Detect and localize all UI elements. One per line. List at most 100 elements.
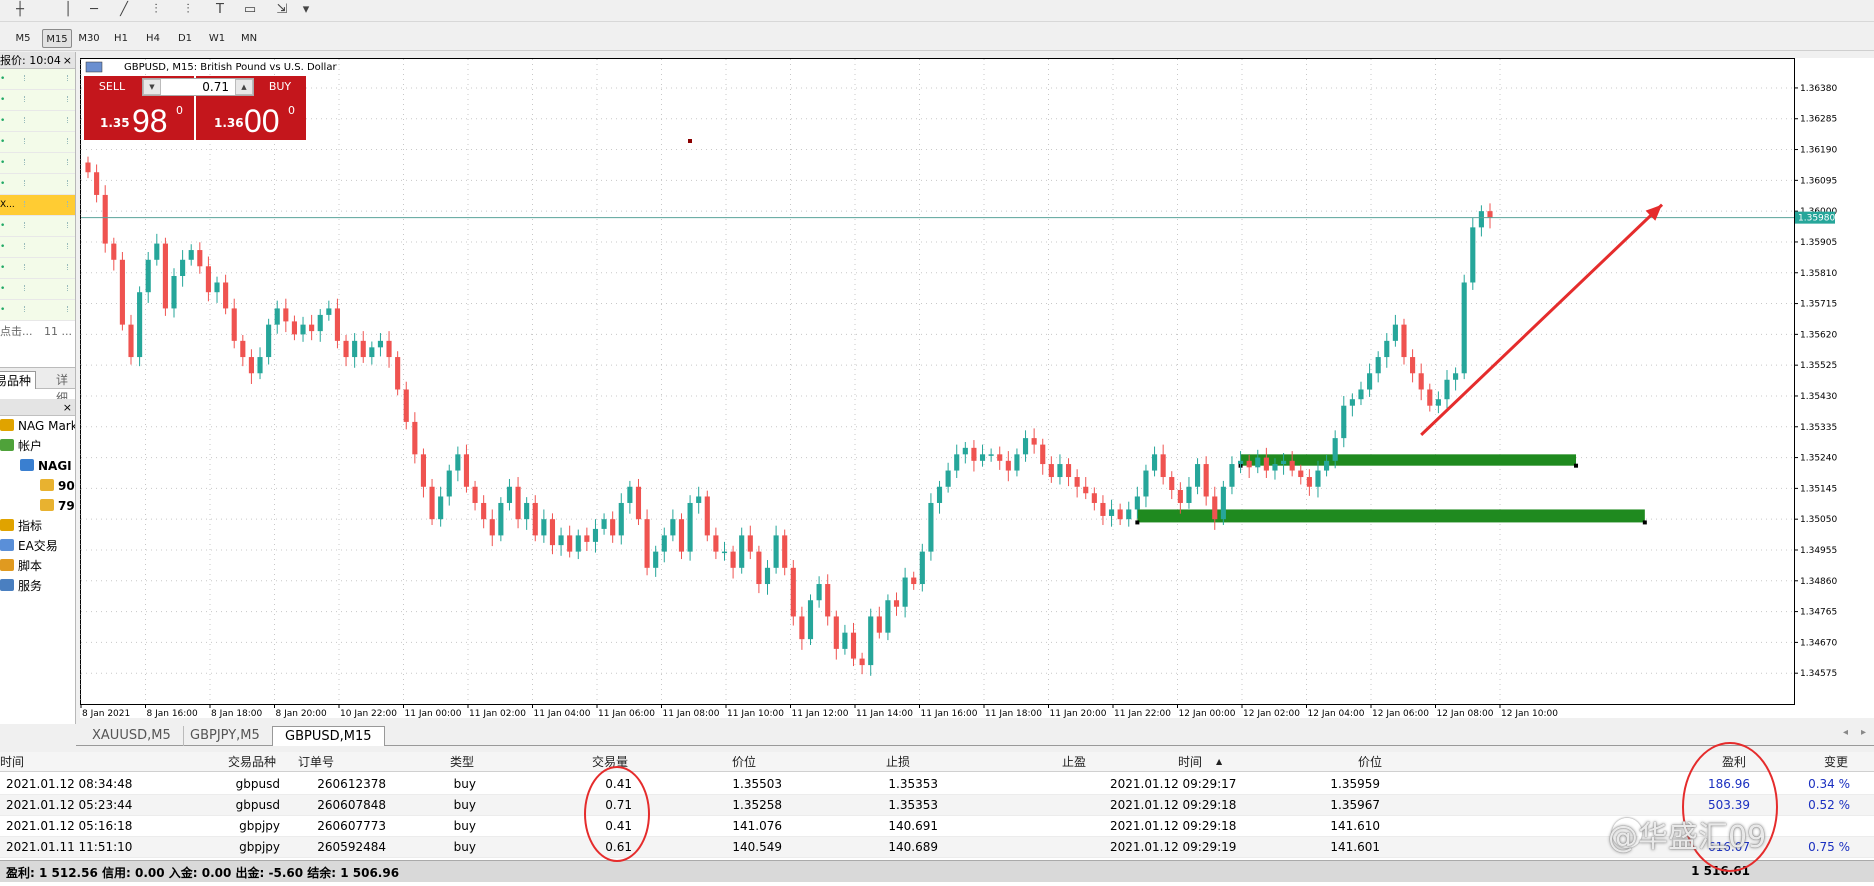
chart-tab-gbpjpy-m5[interactable]: GBPJPY,M5 (178, 726, 273, 746)
sell-price-small: 1.35 (100, 116, 130, 130)
market-watch-row[interactable]: • (0, 279, 75, 300)
timeframe-m15-button[interactable]: M15 (42, 29, 72, 48)
chart-tab-gbpusd-m15[interactable]: GBPUSD,M15 (272, 726, 385, 746)
timeframe-h4-button[interactable]: H4 (138, 29, 168, 48)
market-watch-row[interactable]: • (0, 153, 75, 174)
column-header-tp[interactable]: 止盈 (1062, 752, 1086, 772)
y-tick-label: 1.34955 (1800, 546, 1837, 556)
chart-window[interactable]: 1.363801.362851.361901.360951.360001.359… (80, 58, 1874, 718)
crosshair-icon[interactable]: ┼ (10, 1, 30, 19)
lot-size-input[interactable]: ▼ 0.71 ▲ (142, 78, 254, 96)
cell-type: buy (453, 819, 476, 833)
y-tick-label: 1.36190 (1800, 146, 1837, 156)
fibonacci-fan-icon[interactable]: ⫶ (178, 1, 198, 19)
tab-details[interactable]: 详细 (52, 371, 75, 405)
column-header-symbol[interactable]: 交易品种 (228, 752, 276, 772)
candle-body (1169, 477, 1175, 490)
column-header-sl[interactable]: 止损 (886, 752, 910, 772)
cell-order: 260592484 (317, 840, 386, 854)
column-header-type[interactable]: 类型 (450, 752, 474, 772)
candle-body (1281, 460, 1287, 465)
candle-body (1212, 496, 1218, 520)
market-watch-row[interactable]: • (0, 216, 75, 237)
navigator-item[interactable]: 服务 (0, 576, 75, 596)
trendline-icon[interactable]: ╱ (114, 1, 134, 19)
market-watch-row[interactable]: • (0, 258, 75, 279)
tabs-scroll-right-icon[interactable]: ▸ (1861, 727, 1866, 738)
market-watch-row[interactable]: • (0, 237, 75, 258)
candle-body (1005, 460, 1011, 471)
lot-increase-icon[interactable]: ▲ (235, 79, 253, 95)
symbol-status-icon: • (0, 284, 6, 294)
fibonacci-icon[interactable]: ⫶ (146, 1, 166, 19)
zone-anchor-point[interactable] (1135, 520, 1140, 525)
navigator-close-icon[interactable]: × (63, 399, 72, 416)
chart-tab-xauusd-m5[interactable]: XAUUSD,M5 (80, 726, 184, 746)
navigator-item[interactable]: 指标 (0, 516, 75, 536)
timeframe-w1-button[interactable]: W1 (202, 29, 232, 48)
candle-body (1367, 373, 1373, 390)
column-header-close-time[interactable]: 时间 (1178, 752, 1202, 772)
table-row[interactable]: 2021.01.11 11:51:10 gbpjpy 260592484 buy 0.6… (0, 837, 1874, 858)
market-watch-row[interactable]: • (0, 69, 75, 90)
tabs-scroll-left-icon[interactable]: ◂ (1843, 727, 1848, 738)
sell-button[interactable]: SELL (88, 78, 136, 96)
shapes-icon[interactable]: ⇲ (272, 1, 292, 19)
timeframe-d1-button[interactable]: D1 (170, 29, 200, 48)
tab-symbols[interactable]: 易品种 (0, 371, 37, 389)
column-header-change[interactable]: 变更 (1824, 752, 1848, 772)
object-marker[interactable] (688, 139, 692, 143)
candle-body (352, 340, 358, 358)
candle-body (661, 535, 667, 552)
horizontal-line-icon[interactable]: ─ (84, 1, 104, 19)
column-header-time[interactable]: 时间 (0, 752, 24, 772)
timeframe-h1-button[interactable]: H1 (106, 29, 136, 48)
market-watch-row[interactable]: • (0, 174, 75, 195)
market-watch-row[interactable]: • (0, 111, 75, 132)
timeframe-mn-button[interactable]: MN (234, 29, 264, 48)
x-tick-label: 11 Jan 20:00 (1050, 709, 1107, 718)
mt4-terminal-window: ┼ │ ─ ╱ ⫶ ⫶ T ▭ ⇲ ▾ M5 M15 M30 H1 H4 D1 W1 MN 报价: 10:04 … (0, 0, 1874, 886)
candle-body (859, 658, 865, 666)
candle-body (188, 250, 194, 260)
table-row[interactable]: 2021.01.12 05:23:44 gbpusd 260607848 buy 0.7… (0, 795, 1874, 816)
market-watch-row[interactable]: • (0, 300, 75, 321)
column-header-price[interactable]: 价位 (732, 752, 756, 772)
column-header-close-price[interactable]: 价位 (1358, 752, 1382, 772)
buy-button[interactable]: BUY (256, 78, 304, 96)
navigator-item[interactable]: 90 (0, 476, 75, 496)
sort-ascending-icon[interactable]: ▲ (1216, 752, 1222, 772)
column-header-order[interactable]: 订单号 (298, 752, 334, 772)
market-watch-row[interactable]: • (0, 90, 75, 111)
dropdown-icon[interactable]: ▾ (296, 1, 316, 19)
market-watch-row[interactable]: X... (0, 195, 75, 216)
table-row[interactable]: 2021.01.12 08:34:48 gbpusd 260612378 buy 0.4… (0, 774, 1874, 795)
navigator-item[interactable]: EA交易 (0, 536, 75, 556)
market-watch-close-icon[interactable]: × (63, 52, 72, 69)
candle-body (1022, 438, 1029, 455)
chart-plot-frame (80, 58, 1795, 705)
text-icon[interactable]: T (210, 1, 230, 19)
navigator-item[interactable]: 帐户 (0, 436, 75, 456)
zone-anchor-point[interactable] (1642, 520, 1647, 525)
x-tick-label: 11 Jan 22:00 (1114, 709, 1171, 718)
timeframe-m5-button[interactable]: M5 (8, 29, 38, 48)
lot-decrease-icon[interactable]: ▼ (143, 79, 161, 95)
navigator-item[interactable]: NAGI (0, 456, 75, 476)
quote-cells (24, 222, 68, 228)
cell-tp (940, 816, 1088, 836)
price-chart[interactable]: 1.363801.362851.361901.360951.360001.359… (80, 58, 1874, 718)
table-row[interactable]: 2021.01.12 05:16:18 gbpjpy 260607773 buy 0.4… (0, 816, 1874, 837)
market-watch-row[interactable]: • (0, 132, 75, 153)
zone-anchor-point[interactable] (1574, 463, 1579, 468)
vertical-line-icon[interactable]: │ (58, 1, 78, 19)
navigator-item[interactable]: 79 (0, 496, 75, 516)
left-panel: 报价: 10:04 × • • • • • • X... • • • • • 点击... 11 ...… (0, 52, 76, 724)
y-tick-label: 1.35240 (1800, 454, 1837, 464)
navigator-item[interactable]: NAG Market (0, 416, 75, 436)
timeframe-m30-button[interactable]: M30 (74, 29, 104, 48)
candle-body (807, 600, 814, 640)
navigator-item[interactable]: 脚本 (0, 556, 75, 576)
volume-highlight-ellipse (584, 766, 650, 862)
label-icon[interactable]: ▭ (240, 1, 260, 19)
